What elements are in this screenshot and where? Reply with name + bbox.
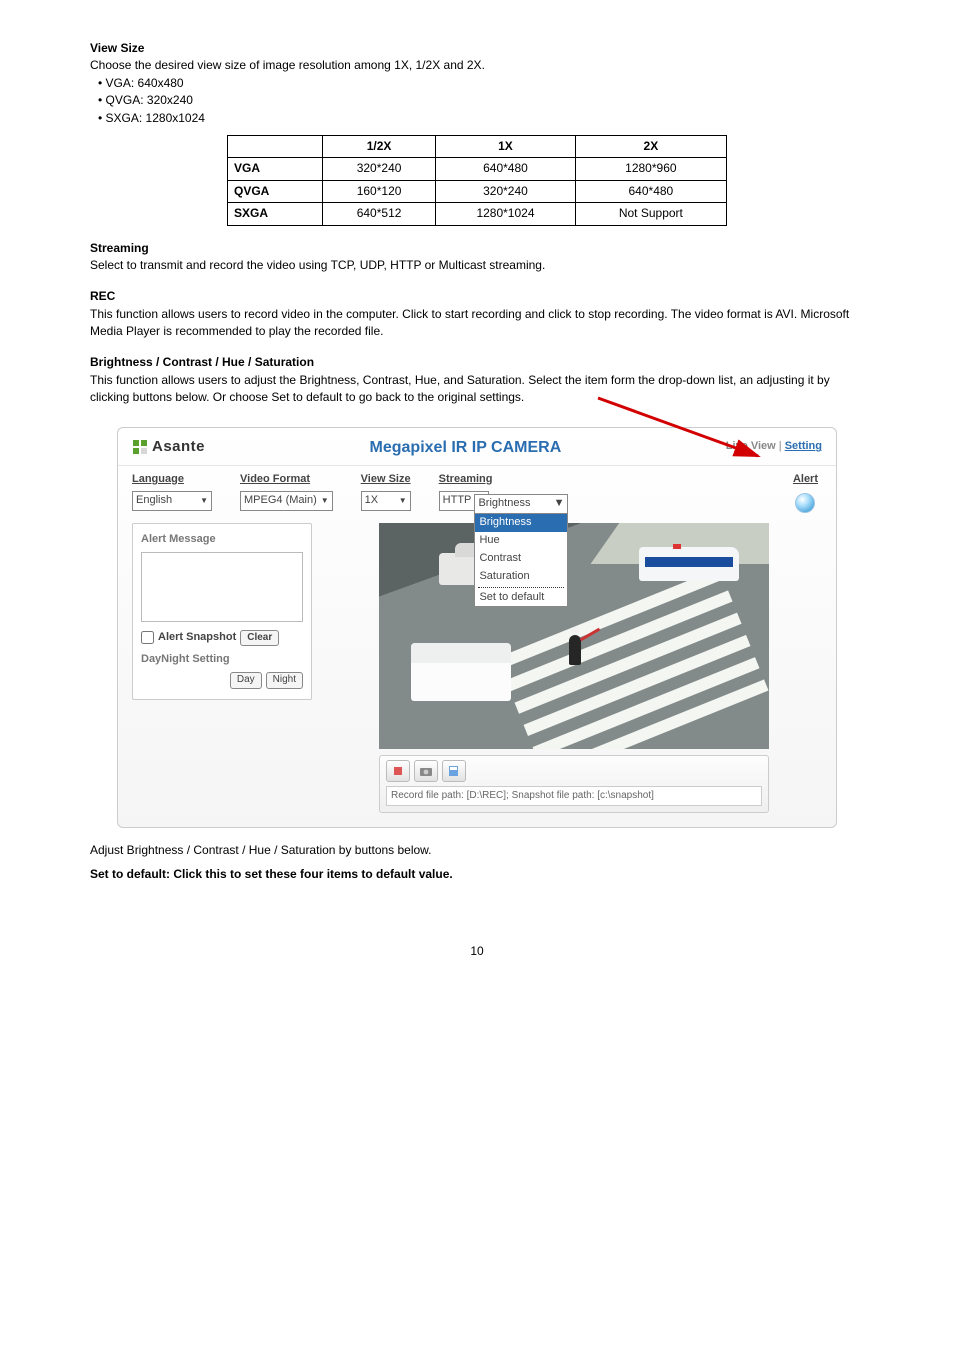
dropdown-item-contrast[interactable]: Contrast <box>475 550 567 568</box>
alert-snapshot-label: Alert Snapshot <box>158 630 236 646</box>
clear-button[interactable]: Clear <box>240 630 279 647</box>
bullet-vga: • VGA: 640x480 <box>98 75 864 92</box>
nav-setting[interactable]: Setting <box>785 440 822 452</box>
dropdown-item-brightness[interactable]: Brightness <box>475 514 567 532</box>
dropdown-item-set-default[interactable]: Set to default <box>475 589 567 607</box>
alert-message-label: Alert Message <box>141 532 303 548</box>
camera-ui-screenshot: Asante Megapixel IR IP CAMERA Live View … <box>117 427 837 829</box>
video-format-select[interactable]: MPEG4 (Main)▼ <box>240 491 333 511</box>
snapshot-button[interactable] <box>414 760 438 782</box>
bullet-qvga: • QVGA: 320x240 <box>98 92 864 109</box>
path-button[interactable] <box>442 760 466 782</box>
language-select[interactable]: English▼ <box>132 491 212 511</box>
view-size-select[interactable]: 1X▼ <box>361 491 411 511</box>
day-button[interactable]: Day <box>230 672 262 689</box>
record-path-text: Record file path: [D:\REC]; Snapshot fil… <box>386 786 762 807</box>
set-default-label: Set to default: Click this to set these … <box>90 867 453 881</box>
chevron-down-icon: ▼ <box>554 496 565 512</box>
view-size-body: Choose the desired view size of image re… <box>90 57 864 74</box>
daynight-label: DayNight Setting <box>141 652 303 668</box>
streaming-heading: Streaming <box>90 241 149 255</box>
alert-indicator-icon[interactable] <box>795 493 815 513</box>
nav-live-view[interactable]: Live View <box>726 440 776 452</box>
rec-heading: REC <box>90 289 115 303</box>
adjust-heading: Brightness / Contrast / Hue / Saturation <box>90 355 314 369</box>
table-row: 1/2X 1X 2X <box>228 135 727 157</box>
chevron-down-icon: ▼ <box>321 495 329 507</box>
chevron-down-icon: ▼ <box>200 495 208 507</box>
image-adjust-select[interactable]: Brightness▼ Brightness Hue Contrast Satu… <box>474 494 568 608</box>
streaming-label: Streaming <box>439 472 493 488</box>
alert-label: Alert <box>793 472 818 488</box>
rec-body: This function allows users to record vid… <box>90 306 864 341</box>
view-size-label: View Size <box>361 472 411 488</box>
video-format-label: Video Format <box>240 472 310 488</box>
record-button[interactable] <box>386 760 410 782</box>
streaming-body: Select to transmit and record the video … <box>90 257 864 274</box>
alert-message-box <box>141 552 303 622</box>
adjust-body: This function allows users to adjust the… <box>90 372 864 407</box>
page-number: 10 <box>90 943 864 960</box>
brand-logo: Asante <box>132 436 205 458</box>
logo-mark-icon <box>132 439 148 455</box>
table-row: SXGA 640*512 1280*1024 Not Support <box>228 203 727 225</box>
night-button[interactable]: Night <box>266 672 303 689</box>
table-row: VGA 320*240 640*480 1280*960 <box>228 158 727 180</box>
bullet-sxga: • SXGA: 1280x1024 <box>98 110 864 127</box>
dropdown-item-saturation[interactable]: Saturation <box>475 568 567 586</box>
chevron-down-icon: ▼ <box>399 495 407 507</box>
table-row: QVGA 160*120 320*240 640*480 <box>228 180 727 202</box>
alert-snapshot-checkbox[interactable] <box>141 631 154 644</box>
camera-title: Megapixel IR IP CAMERA <box>205 436 726 459</box>
live-video-preview <box>379 523 769 749</box>
view-size-heading: View Size <box>90 41 144 55</box>
after-text-1: Adjust Brightness / Contrast / Hue / Sat… <box>90 842 864 859</box>
dropdown-item-hue[interactable]: Hue <box>475 532 567 550</box>
language-label: Language <box>132 472 184 488</box>
resolution-table: 1/2X 1X 2X VGA 320*240 640*480 1280*960 … <box>227 135 727 226</box>
